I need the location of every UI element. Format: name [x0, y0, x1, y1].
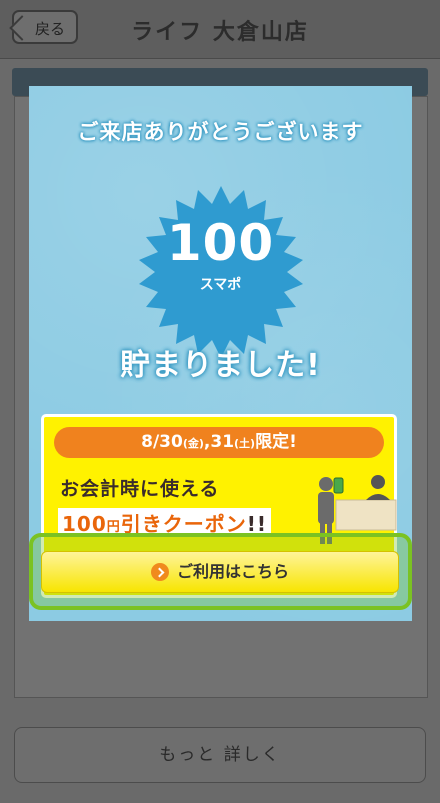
- use-coupon-button[interactable]: ご利用はこちら: [41, 551, 399, 593]
- nav-bar: 戻る ライフ 大倉山店: [0, 0, 440, 59]
- more-details-button[interactable]: もっと 詳しく: [14, 727, 426, 783]
- points-value: 100: [166, 214, 275, 272]
- page-title: ライフ 大倉山店: [131, 20, 309, 45]
- starburst-badge-icon: [139, 186, 303, 358]
- coupon-date-pill: 8/30(金),31(土)限定!: [54, 427, 384, 458]
- points-unit: スマポ: [199, 277, 242, 293]
- coupon-description: お会計時に使える: [60, 478, 220, 500]
- earned-text: 貯まりました!: [120, 348, 321, 383]
- welcome-message: ご来店ありがとうございます: [77, 120, 364, 144]
- arrow-right-icon: [150, 562, 169, 581]
